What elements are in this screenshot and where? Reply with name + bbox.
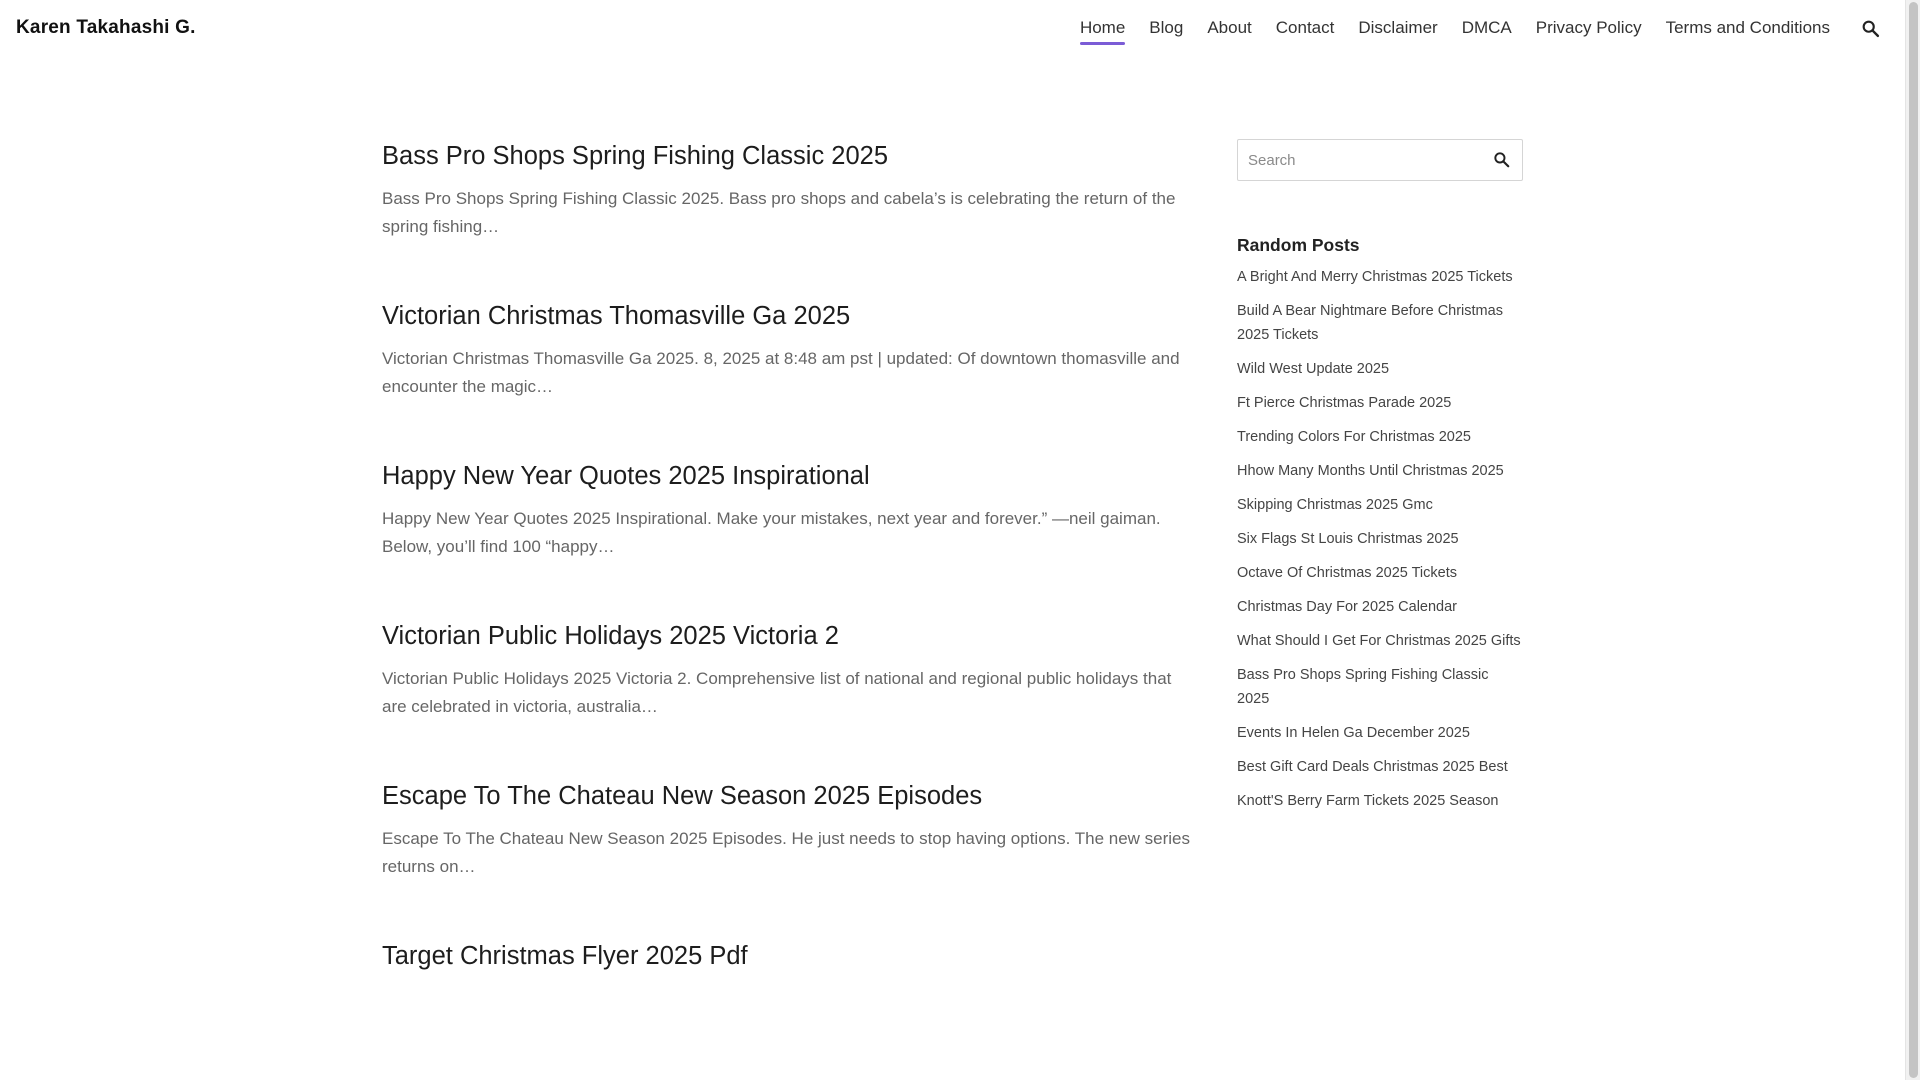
random-post-link[interactable]: Events In Helen Ga December 2025: [1237, 721, 1523, 745]
random-post-link[interactable]: Build A Bear Nightmare Before Christmas …: [1237, 299, 1523, 347]
post-title-link[interactable]: Victorian Public Holidays 2025 Victoria …: [382, 618, 1197, 654]
post-item: Happy New Year Quotes 2025 Inspirational…: [382, 458, 1197, 561]
random-post-link[interactable]: Six Flags St Louis Christmas 2025: [1237, 527, 1523, 551]
nav-item-disclaimer[interactable]: Disclaimer: [1358, 18, 1437, 38]
random-post-link[interactable]: A Bright And Merry Christmas 2025 Ticket…: [1237, 265, 1523, 289]
random-post-link[interactable]: What Should I Get For Christmas 2025 Gif…: [1237, 629, 1523, 653]
random-post-link[interactable]: Bass Pro Shops Spring Fishing Classic 20…: [1237, 663, 1523, 711]
nav-item-home[interactable]: Home: [1079, 18, 1126, 45]
nav-item-about[interactable]: About: [1207, 18, 1251, 38]
post-excerpt: Victorian Public Holidays 2025 Victoria …: [382, 669, 1172, 716]
post-item: Escape To The Chateau New Season 2025 Ep…: [382, 778, 1197, 881]
post-title-link[interactable]: Happy New Year Quotes 2025 Inspirational: [382, 458, 1197, 494]
site-title[interactable]: Karen Takahashi G.: [16, 17, 196, 39]
random-posts-list: A Bright And Merry Christmas 2025 Ticket…: [1237, 265, 1523, 813]
nav-item-contact[interactable]: Contact: [1276, 18, 1335, 38]
site-header: Karen Takahashi G. Home Blog About Conta…: [0, 0, 1905, 60]
post-title-link[interactable]: Victorian Christmas Thomasville Ga 2025: [382, 298, 1197, 334]
random-post-link[interactable]: Skipping Christmas 2025 Gmc: [1237, 493, 1523, 517]
nav-item-terms-and-conditions[interactable]: Terms and Conditions: [1666, 18, 1830, 38]
post-excerpt: Bass Pro Shops Spring Fishing Classic 20…: [382, 189, 1176, 236]
post-excerpt: Happy New Year Quotes 2025 Inspirational…: [382, 509, 1161, 556]
random-post-link[interactable]: Hhow Many Months Until Christmas 2025: [1237, 459, 1523, 483]
post-title-link[interactable]: Escape To The Chateau New Season 2025 Ep…: [382, 778, 1197, 814]
random-posts-heading: Random Posts: [1237, 235, 1360, 255]
random-post-link[interactable]: Christmas Day For 2025 Calendar: [1237, 595, 1523, 619]
nav-item-privacy-policy[interactable]: Privacy Policy: [1536, 18, 1642, 38]
post-title-link[interactable]: Bass Pro Shops Spring Fishing Classic 20…: [382, 138, 1197, 174]
post-title-link[interactable]: Target Christmas Flyer 2025 Pdf: [382, 938, 1197, 974]
search-input[interactable]: [1238, 140, 1522, 180]
vertical-scrollbar[interactable]: [1905, 0, 1920, 1080]
sidebar: Random Posts A Bright And Merry Christma…: [1237, 139, 1523, 823]
search-icon[interactable]: [1492, 150, 1512, 170]
random-post-link[interactable]: Trending Colors For Christmas 2025: [1237, 425, 1523, 449]
random-post-link[interactable]: Wild West Update 2025: [1237, 357, 1523, 381]
post-excerpt: Victorian Christmas Thomasville Ga 2025.…: [382, 349, 1180, 396]
post-item: Victorian Public Holidays 2025 Victoria …: [382, 618, 1197, 721]
post-item: Target Christmas Flyer 2025 Pdf: [382, 938, 1197, 974]
post-list: Bass Pro Shops Spring Fishing Classic 20…: [382, 138, 1197, 1031]
search-icon[interactable]: [1860, 18, 1882, 40]
sidebar-search-box: [1237, 139, 1523, 181]
post-excerpt: Escape To The Chateau New Season 2025 Ep…: [382, 829, 1191, 876]
post-item: Victorian Christmas Thomasville Ga 2025 …: [382, 298, 1197, 401]
nav-item-blog[interactable]: Blog: [1149, 18, 1183, 38]
random-post-link[interactable]: Knott'S Berry Farm Tickets 2025 Season: [1237, 789, 1523, 813]
scrollbar-thumb[interactable]: [1909, 2, 1918, 1078]
nav-item-dmca[interactable]: DMCA: [1462, 18, 1512, 38]
random-post-link[interactable]: Ft Pierce Christmas Parade 2025: [1237, 391, 1523, 415]
random-post-link[interactable]: Octave Of Christmas 2025 Tickets: [1237, 561, 1523, 585]
post-item: Bass Pro Shops Spring Fishing Classic 20…: [382, 138, 1197, 241]
main-nav: Home Blog About Contact Disclaimer DMCA …: [1079, 18, 1830, 45]
random-post-link[interactable]: Best Gift Card Deals Christmas 2025 Best: [1237, 755, 1523, 779]
